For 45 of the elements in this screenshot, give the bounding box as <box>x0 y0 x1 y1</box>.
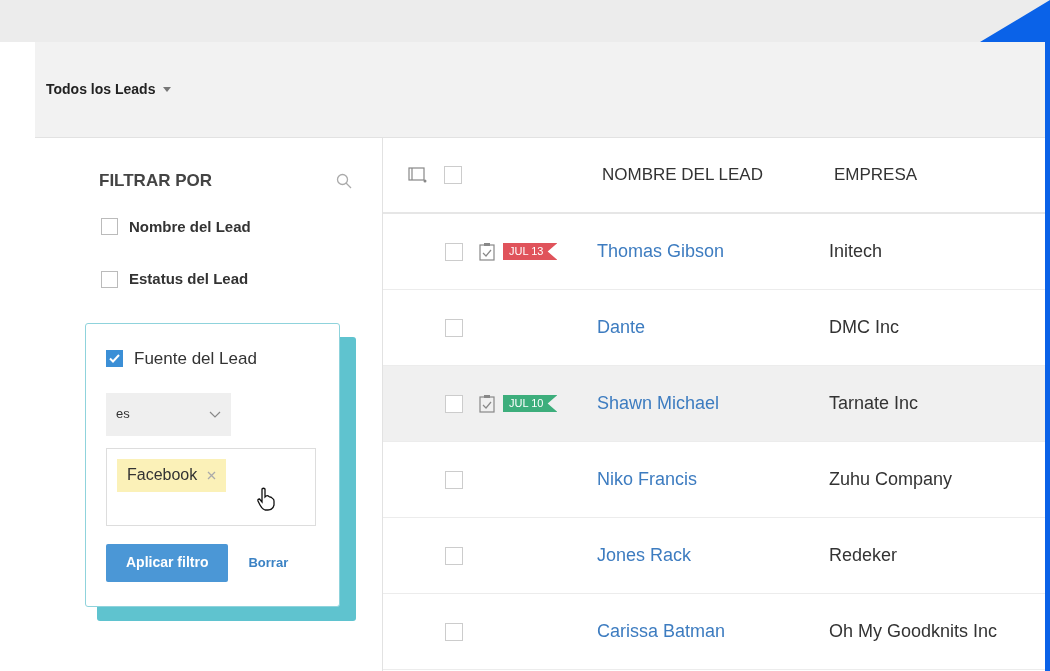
filter-label: Nombre del Lead <box>129 216 251 237</box>
checkbox[interactable] <box>445 546 463 565</box>
close-icon[interactable] <box>207 470 217 480</box>
filter-label: Fuente del Lead <box>134 348 257 370</box>
company-cell-text: Oh My Goodknits Inc <box>829 620 998 643</box>
due-date-tag: JUL 13 <box>503 243 558 260</box>
lead-name-link[interactable]: Carissa Batman <box>597 618 829 645</box>
due-date-tag: JUL 10 <box>503 395 558 412</box>
column-header: EMPRESA <box>834 164 918 187</box>
clear-link[interactable]: Borrar <box>248 552 289 573</box>
company-cell-text: Initech <box>829 240 883 263</box>
table-row[interactable]: JUL 10 Shawn Michael Tarnate Inc <box>383 366 1045 442</box>
filter-title: FILTRAR POR <box>99 170 212 192</box>
checkbox[interactable] <box>445 394 463 413</box>
lead-name-link[interactable]: Jones Rack <box>597 542 829 569</box>
company-cell-text: Redeker <box>829 544 898 567</box>
checkbox[interactable] <box>445 242 463 261</box>
column-header: NOMBRE DEL LEAD <box>602 164 764 187</box>
checkbox[interactable] <box>101 218 118 236</box>
lead-name-link[interactable]: Shawn Michael <box>597 390 829 417</box>
hand-cursor-icon <box>257 486 275 511</box>
task-icon[interactable] <box>479 394 495 413</box>
checkbox[interactable] <box>101 270 118 288</box>
task-icon[interactable] <box>479 242 495 261</box>
lead-name-link[interactable]: Niko Francis <box>597 466 829 493</box>
caret-icon <box>163 87 172 92</box>
lead-name-link[interactable]: Thomas Gibson <box>597 238 829 265</box>
lead-name-link[interactable]: Dante <box>597 314 829 341</box>
company-cell-text: Tarnate Inc <box>829 392 919 415</box>
value-chip: Facebook <box>117 458 227 492</box>
values-field[interactable]: Facebook <box>106 447 316 526</box>
operator-dropdown[interactable]: es <box>106 392 231 436</box>
checkmark-icon <box>109 354 120 364</box>
checkbox[interactable] <box>106 350 123 368</box>
select-all-checkbox[interactable] <box>444 166 462 184</box>
columns-icon[interactable] <box>408 167 428 183</box>
checkbox[interactable] <box>445 622 463 641</box>
checkbox[interactable] <box>445 470 463 489</box>
company-cell-text: Zuhu Company <box>829 468 953 491</box>
filter-label: Estatus del Lead <box>129 269 249 289</box>
chevron-down-icon <box>209 410 221 418</box>
search-icon[interactable] <box>336 172 352 189</box>
company-cell-text: DMC Inc <box>829 316 899 339</box>
view-selector[interactable]: Todos los Leads <box>46 79 172 100</box>
checkbox[interactable] <box>445 318 463 337</box>
